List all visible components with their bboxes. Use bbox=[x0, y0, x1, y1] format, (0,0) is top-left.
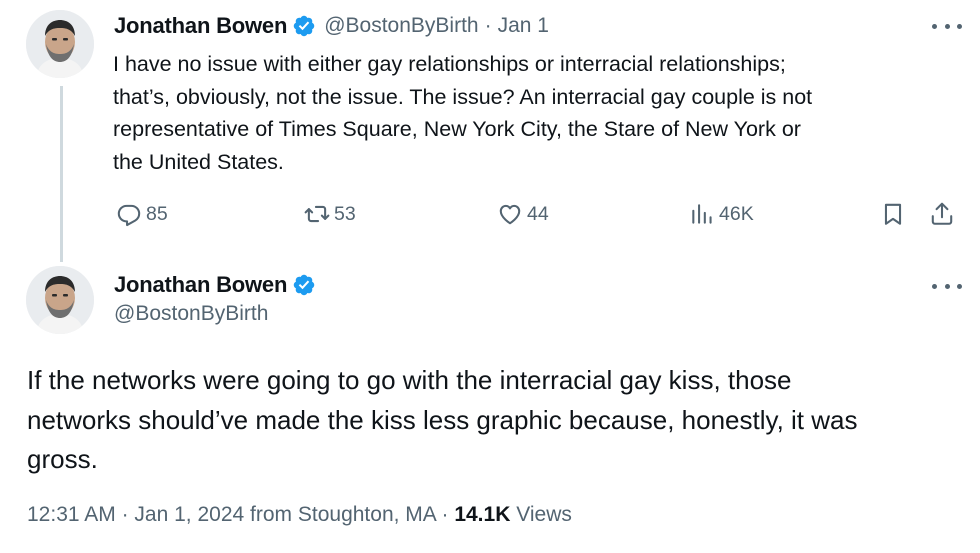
tweet-text-line: representative of Times Square, New York… bbox=[113, 117, 801, 141]
tweet-text-line: I have no issue with either gay relation… bbox=[113, 52, 786, 76]
reply-count: 85 bbox=[146, 202, 168, 225]
repost-count: 53 bbox=[334, 202, 356, 225]
share-icon bbox=[929, 201, 955, 227]
tweet-text-line: If the networks were going to go with th… bbox=[27, 365, 792, 395]
avatar[interactable] bbox=[26, 10, 94, 78]
repost-button[interactable]: 53 bbox=[304, 196, 356, 232]
verified-badge-icon bbox=[292, 273, 316, 297]
author-name[interactable]: Jonathan Bowen bbox=[114, 272, 287, 298]
tweet-text-line: networks should’ve made the kiss less gr… bbox=[27, 404, 858, 435]
tweet-text-line: the United States. bbox=[113, 149, 284, 174]
tweet-header: Jonathan Bowen bbox=[114, 270, 324, 300]
bookmark-icon bbox=[880, 201, 906, 227]
avatar[interactable] bbox=[26, 266, 94, 334]
separator-dot: · bbox=[484, 14, 492, 37]
views-count: 46K bbox=[719, 202, 754, 225]
tweet-actions: 85 53 44 46K bbox=[0, 196, 980, 232]
reply-icon bbox=[116, 201, 142, 227]
views-icon bbox=[689, 201, 715, 227]
author-handle[interactable]: @BostonByBirth bbox=[324, 14, 478, 38]
like-count: 44 bbox=[527, 202, 549, 225]
reply-button[interactable]: 85 bbox=[116, 196, 168, 232]
tweet-text-line: that’s, obviously, not the issue. The is… bbox=[113, 84, 813, 109]
tweet-text: If the networks were going to go with th… bbox=[27, 361, 967, 480]
views-count: 14.1K bbox=[454, 503, 511, 526]
tweet-text: I have no issue with either gay relation… bbox=[113, 48, 963, 178]
thread-line bbox=[60, 86, 63, 262]
separator-dot: · bbox=[121, 503, 129, 526]
separator-dot: · bbox=[441, 503, 449, 526]
tweet-text-line: gross. bbox=[27, 444, 98, 474]
author-name[interactable]: Jonathan Bowen bbox=[114, 13, 287, 39]
tweet-time[interactable]: 12:31 AM bbox=[27, 503, 116, 526]
tweet-full-date[interactable]: Jan 1, 2024 bbox=[134, 503, 244, 526]
share-button[interactable] bbox=[929, 196, 955, 232]
more-dots-icon[interactable] bbox=[932, 16, 962, 36]
verified-badge-icon bbox=[292, 14, 316, 38]
like-button[interactable]: 44 bbox=[497, 196, 549, 232]
tweet-header: Jonathan Bowen @BostonByBirth · Jan 1 bbox=[114, 11, 549, 41]
views-button[interactable]: 46K bbox=[689, 196, 754, 232]
tweet-location: from Stoughton, MA bbox=[250, 503, 436, 526]
tweet-meta: 12:31 AM · Jan 1, 2024 from Stoughton, M… bbox=[27, 503, 572, 527]
author-handle[interactable]: @BostonByBirth bbox=[114, 302, 268, 326]
bookmark-button[interactable] bbox=[880, 196, 906, 232]
like-icon bbox=[497, 201, 523, 227]
repost-icon bbox=[304, 201, 330, 227]
tweet-date[interactable]: Jan 1 bbox=[498, 14, 549, 38]
more-dots-icon[interactable] bbox=[932, 276, 962, 296]
views-label: Views bbox=[516, 503, 572, 526]
